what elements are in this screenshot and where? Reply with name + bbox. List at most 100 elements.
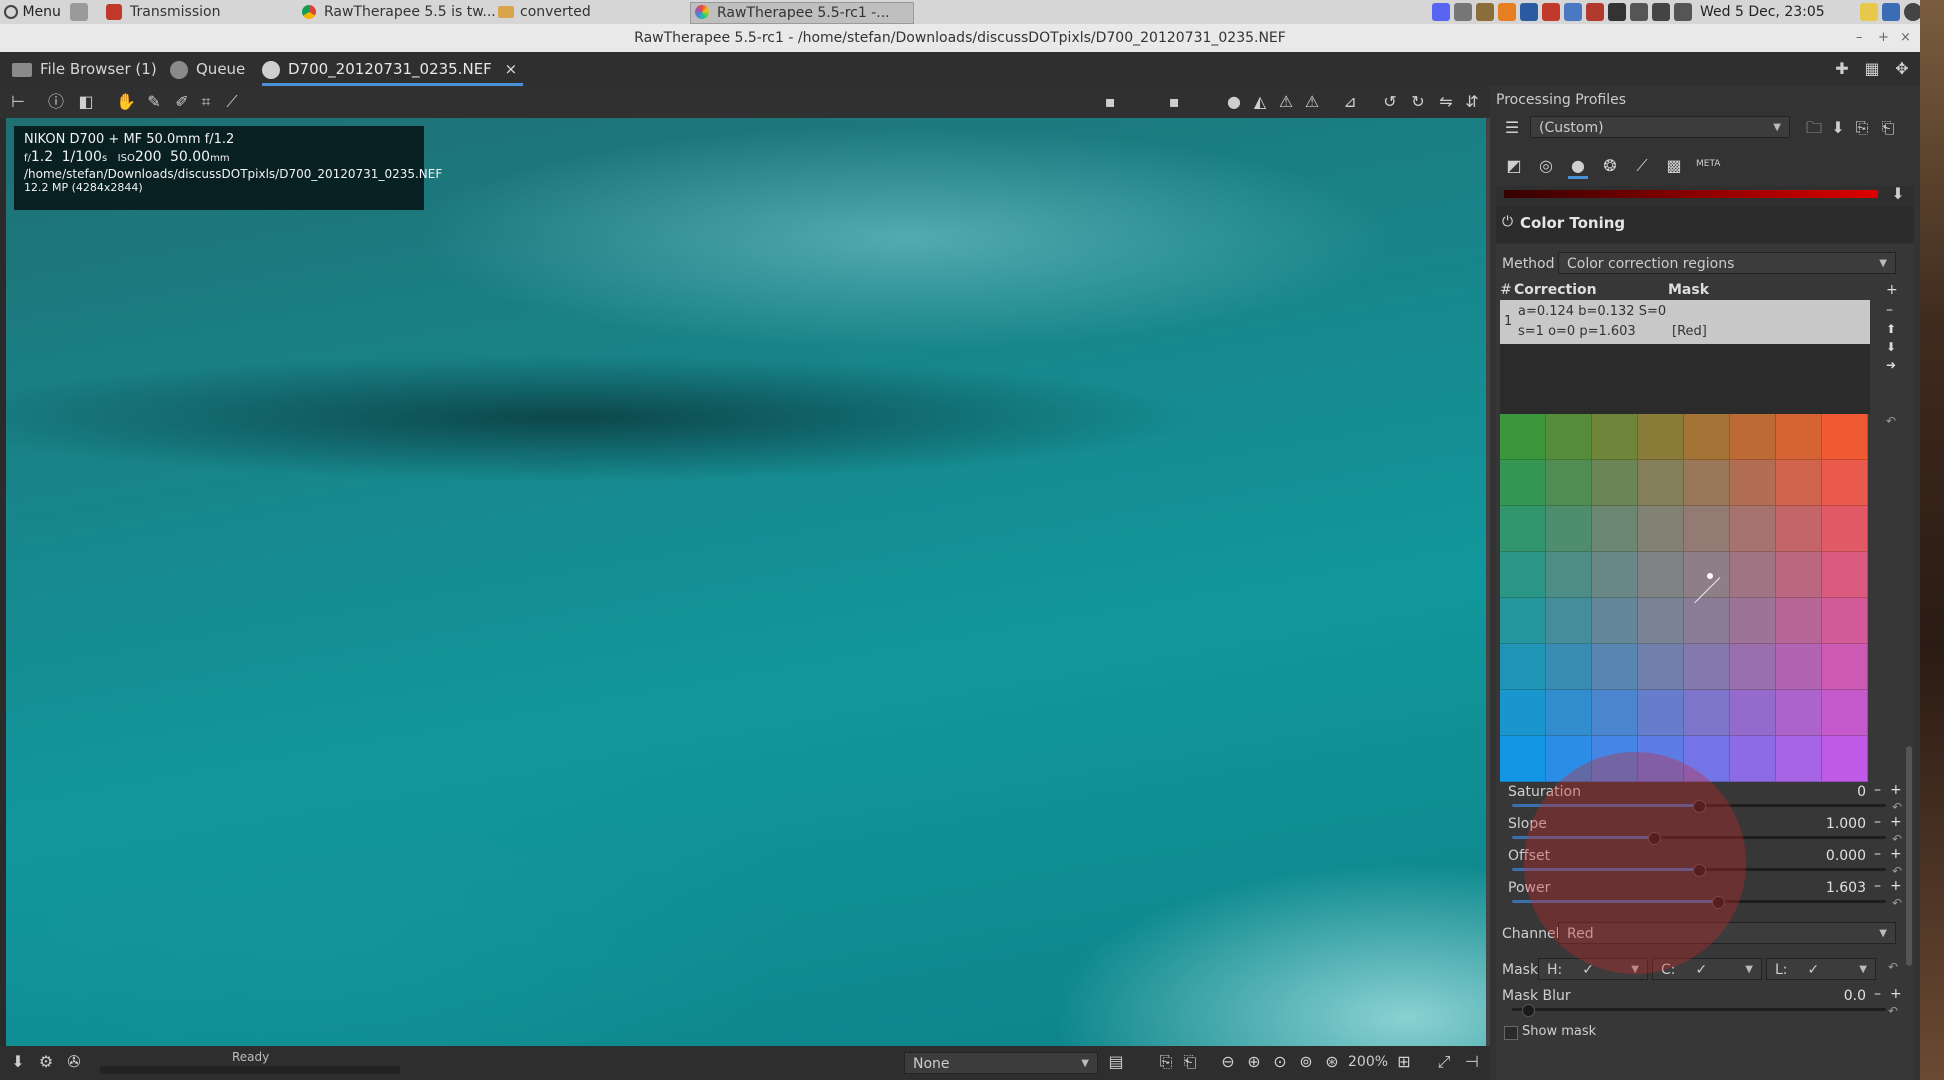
grid-cell[interactable]	[1730, 414, 1776, 460]
load-profile-icon[interactable]: 🗀	[1804, 118, 1824, 138]
slider-track[interactable]	[1512, 864, 1886, 877]
grid-cell[interactable]	[1500, 414, 1546, 460]
task-rawtherapee[interactable]: RawTherapee 5.5-rc1 -...	[690, 2, 914, 24]
zoom-fit-crop-icon[interactable]: ⊚	[1296, 1052, 1316, 1072]
increment-icon[interactable]: +	[1890, 878, 1902, 894]
grid-cell[interactable]	[1592, 552, 1638, 598]
screen-icon[interactable]	[1882, 3, 1900, 21]
save-profile-icon[interactable]: ⬇	[1828, 118, 1848, 138]
slider-track[interactable]	[1512, 832, 1886, 845]
grid-cell[interactable]	[1776, 690, 1822, 736]
mask-lightness-curve[interactable]: L: ✓ ▼	[1766, 958, 1876, 980]
rotate-right-icon[interactable]: ↻	[1408, 92, 1428, 112]
grid-cell[interactable]	[1776, 644, 1822, 690]
slider-track[interactable]	[1512, 896, 1886, 909]
grid-cell[interactable]	[1730, 598, 1776, 644]
grid-cell[interactable]	[1546, 460, 1592, 506]
new-detail-window-icon[interactable]: ⊞	[1394, 1052, 1414, 1072]
flip-horizontal-icon[interactable]: ⇋	[1436, 92, 1456, 112]
grid-cell[interactable]	[1638, 644, 1684, 690]
reset-grid-icon[interactable]: ↶	[1886, 414, 1896, 428]
perspective-icon[interactable]: ⊿	[1340, 92, 1360, 112]
reset-icon[interactable]: ↶	[1892, 832, 1902, 846]
grid-cell[interactable]	[1592, 736, 1638, 782]
transmission-tray-icon[interactable]	[1586, 3, 1604, 21]
maximize-button[interactable]: +	[1878, 24, 1889, 52]
zoom-100-icon[interactable]: ⊛	[1322, 1052, 1342, 1072]
add-region-icon[interactable]: +	[1886, 282, 1898, 298]
slider-value[interactable]: 0	[1796, 784, 1866, 800]
grid-cell[interactable]	[1546, 644, 1592, 690]
slider-value[interactable]: 1.603	[1796, 880, 1866, 896]
hide-left-panel-icon[interactable]: ⊢	[8, 92, 28, 112]
decrement-icon[interactable]: –	[1874, 846, 1881, 862]
grid-cell[interactable]	[1546, 690, 1592, 736]
grid-cell[interactable]	[1638, 690, 1684, 736]
color-toning-header[interactable]: ⏻ Color Toning	[1496, 206, 1914, 242]
panel-scrollbar[interactable]	[1906, 746, 1912, 966]
grid-cell[interactable]	[1638, 552, 1684, 598]
grid-cell[interactable]	[1638, 506, 1684, 552]
correction-point[interactable]	[1707, 573, 1713, 579]
grid-cell[interactable]	[1592, 460, 1638, 506]
tab-file-browser[interactable]: File Browser (1)	[12, 52, 157, 86]
grid-cell[interactable]	[1684, 414, 1730, 460]
profile-select[interactable]: None ▼	[904, 1052, 1098, 1074]
grid-cell[interactable]	[1684, 690, 1730, 736]
discord-icon[interactable]	[1432, 3, 1450, 21]
grid-cell[interactable]	[1730, 736, 1776, 782]
preview-background-icon[interactable]: ▪	[1100, 92, 1120, 112]
grid-cell[interactable]	[1500, 506, 1546, 552]
grid-cell[interactable]	[1500, 644, 1546, 690]
notes-icon[interactable]	[1860, 3, 1878, 21]
power-toggle-icon[interactable]: ⏻	[1502, 214, 1513, 230]
grid-cell[interactable]	[1822, 414, 1868, 460]
minimize-button[interactable]: –	[1856, 24, 1863, 52]
task-folder[interactable]: converted	[494, 2, 700, 22]
color-correction-grid[interactable]	[1500, 414, 1868, 782]
grid-cell[interactable]	[1592, 414, 1638, 460]
grid-cell[interactable]	[1684, 644, 1730, 690]
gimp-icon[interactable]	[1476, 3, 1494, 21]
remove-region-icon[interactable]: –	[1886, 302, 1893, 318]
previous-tool-save-icon[interactable]: ⬇	[1888, 186, 1908, 204]
grid-cell[interactable]	[1776, 414, 1822, 460]
grid-cell[interactable]	[1684, 460, 1730, 506]
tab-editor[interactable]: D700_20120731_0235.NEF ×	[262, 52, 524, 86]
advanced-tab-icon[interactable]: ❂	[1600, 156, 1620, 176]
grid-cell[interactable]	[1730, 460, 1776, 506]
grid-cell[interactable]	[1592, 690, 1638, 736]
task-browser[interactable]: RawTherapee 5.5 is tw...	[298, 2, 514, 22]
increment-icon[interactable]: +	[1890, 782, 1902, 798]
method-select[interactable]: Color correction regions ▼	[1558, 252, 1896, 274]
queue-icon[interactable]: ⚙	[36, 1052, 56, 1072]
grid-cell[interactable]	[1638, 736, 1684, 782]
duplicate-icon[interactable]: ➜	[1886, 358, 1896, 372]
network-icon[interactable]	[1630, 3, 1648, 21]
tools-icon[interactable]	[1674, 3, 1692, 21]
metadata-tab-icon[interactable]: META	[1696, 154, 1720, 174]
save-icon[interactable]: ⬇	[8, 1052, 28, 1072]
grid-cell[interactable]	[1730, 506, 1776, 552]
slider-value[interactable]: 0.000	[1796, 848, 1866, 864]
grid-cell[interactable]	[1822, 690, 1868, 736]
info-icon[interactable]: ⓘ	[46, 92, 66, 112]
processing-profile-select[interactable]: (Custom) ▼	[1530, 116, 1790, 138]
grid-cell[interactable]	[1546, 414, 1592, 460]
slider-value[interactable]: 1.000	[1796, 816, 1866, 832]
paste-icon[interactable]: ⎗	[1180, 1052, 1200, 1072]
copy-profile-icon[interactable]: ⎘	[1852, 118, 1872, 138]
grid-cell[interactable]	[1684, 506, 1730, 552]
transform-tab-icon[interactable]: ⟋	[1632, 156, 1652, 176]
slider-track[interactable]	[1512, 800, 1886, 813]
grid-cell[interactable]	[1638, 414, 1684, 460]
grid-cell[interactable]	[1776, 460, 1822, 506]
zoom-out-icon[interactable]: ⊖	[1218, 1052, 1238, 1072]
raw-tab-icon[interactable]: ▩	[1664, 156, 1684, 176]
reset-mask-icon[interactable]: ↶	[1888, 960, 1898, 974]
reset-icon[interactable]: ↶	[1892, 864, 1902, 878]
music-icon[interactable]	[1520, 3, 1538, 21]
grid-cell[interactable]	[1500, 598, 1546, 644]
grid-cell[interactable]	[1500, 460, 1546, 506]
straighten-tool-icon[interactable]: ⟋	[222, 92, 242, 112]
